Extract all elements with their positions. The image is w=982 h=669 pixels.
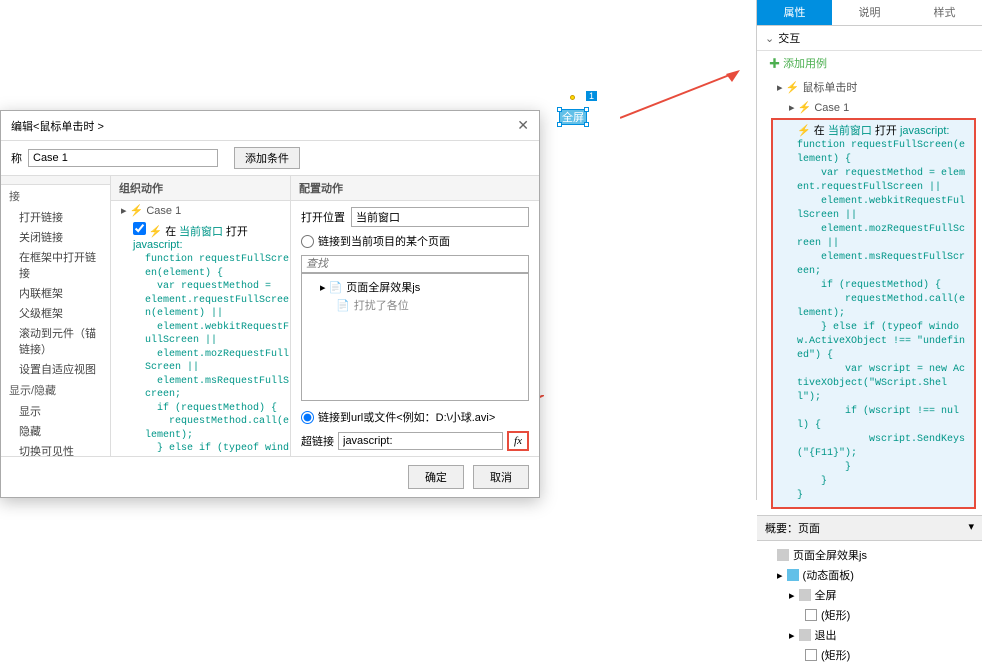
- cancel-button[interactable]: 取消: [473, 465, 529, 489]
- action-item[interactable]: 隐藏: [1, 421, 110, 441]
- outline-tree: 页面全屏效果js ▸ (动态面板) ▸ 全屏 (矩形) ▸ 退出 (矩形): [757, 541, 982, 669]
- case-editor-dialog: 编辑<鼠标单击时 > ✕ 称 添加条件 接 打开链接 关闭链接 在框架中打开链接…: [0, 110, 540, 498]
- canvas-selected-widget[interactable]: 1 全屏: [559, 109, 587, 125]
- action-open-link[interactable]: ⚡ 在 当前窗口 打开 javascript:: [111, 220, 290, 253]
- close-icon[interactable]: ✕: [517, 117, 529, 134]
- fx-button[interactable]: fx: [507, 431, 529, 451]
- col-header: 组织动作: [111, 176, 290, 201]
- dialog-title: 编辑<鼠标单击时 >: [11, 118, 517, 134]
- interaction-count-badge: 1: [586, 91, 597, 101]
- widget-fullscreen[interactable]: 全屏: [559, 109, 587, 125]
- tab-notes[interactable]: 说明: [832, 0, 907, 25]
- outline-state-full[interactable]: ▸ 全屏: [765, 585, 974, 605]
- page-tree[interactable]: ▸ 📄 页面全屏效果js 📄 打扰了各位: [301, 273, 529, 401]
- resize-handle[interactable]: [557, 122, 562, 127]
- interaction-section-header[interactable]: ⌄ 交互: [757, 26, 982, 51]
- tree-page-empty[interactable]: 📄 打扰了各位: [306, 296, 524, 314]
- widget-label: 全屏: [562, 112, 584, 124]
- action-checkbox[interactable]: [133, 222, 146, 235]
- tab-style[interactable]: 样式: [907, 0, 982, 25]
- configure-action-column: 配置动作 打开位置 当前窗口 链接到当前项目的某个页面 ▸ 📄 页面全屏效果js…: [291, 176, 539, 456]
- case-label: Case 1: [814, 102, 849, 114]
- page-search-input[interactable]: [301, 255, 529, 273]
- case-node[interactable]: ⚡ Case 1: [111, 201, 290, 220]
- lightning-icon: ⚡: [149, 226, 163, 238]
- hyperlink-input[interactable]: [338, 432, 503, 450]
- dynamic-panel-icon: [787, 569, 799, 581]
- action-group-show[interactable]: 显示/隐藏: [1, 379, 110, 401]
- organize-actions-column: 组织动作 ⚡ Case 1 ⚡ 在 当前窗口 打开 javascript: fu…: [111, 176, 291, 456]
- panel-tabs: 属性 说明 样式: [757, 0, 982, 26]
- action-open-link[interactable]: ⚡ 在 当前窗口 打开 javascript:: [797, 124, 970, 139]
- name-label: 称: [11, 150, 22, 166]
- tree-page[interactable]: ▸ 📄 页面全屏效果js: [306, 278, 524, 296]
- chevron-down-icon: ⌄: [765, 32, 774, 45]
- outline-rect[interactable]: (矩形): [765, 645, 974, 665]
- col-header: [1, 176, 110, 185]
- outline-title: 概要：页面: [765, 520, 820, 536]
- js-code-preview: function requestFullScreen(element) { va…: [111, 253, 290, 456]
- radio-link-url[interactable]: [301, 411, 314, 424]
- case-actions-box: ⚡ 在 当前窗口 打开 javascript: function request…: [771, 118, 976, 509]
- connector-handle[interactable]: [570, 95, 575, 100]
- opt-link-url[interactable]: 链接到url或文件<例如：D:\小球.avi>: [301, 409, 495, 425]
- resize-handle[interactable]: [557, 107, 562, 112]
- annotation-arrow: [620, 70, 740, 120]
- case-name-row: 称 添加条件: [1, 141, 539, 175]
- outline-header: 概要：页面 ▾: [757, 515, 982, 541]
- lightning-icon: ⚡: [130, 205, 144, 217]
- dialog-titlebar: 编辑<鼠标单击时 > ✕: [1, 111, 539, 141]
- resize-handle[interactable]: [584, 122, 589, 127]
- open-at-label: 打开位置: [301, 209, 345, 225]
- open-at-select[interactable]: 当前窗口: [351, 207, 529, 227]
- open-location-row: 打开位置 当前窗口: [301, 207, 529, 227]
- state-icon: [799, 589, 811, 601]
- action-item[interactable]: 打开链接: [1, 207, 110, 227]
- page-icon: [777, 549, 789, 561]
- event-label: 鼠标单击时: [802, 82, 857, 94]
- filter-icon[interactable]: ▾: [968, 520, 974, 536]
- link-label: 超链接: [301, 433, 334, 449]
- tab-properties[interactable]: 属性: [757, 0, 832, 25]
- properties-panel: 属性 说明 样式 ⌄ 交互 添加用例 ⚡ 鼠标单击时 ⚡ Case 1 ⚡ 在 …: [756, 0, 982, 500]
- radio-link-page[interactable]: [301, 235, 314, 248]
- dialog-footer: 确定 取消: [1, 456, 539, 497]
- col-header: 配置动作: [291, 176, 539, 201]
- rect-icon: [805, 609, 817, 621]
- action-item[interactable]: 设置自适应视图: [1, 359, 110, 379]
- js-code-preview: function requestFullScreen(element) { va…: [797, 139, 970, 503]
- case-item[interactable]: ⚡ Case 1: [757, 99, 982, 116]
- action-item[interactable]: 在框架中打开链接: [1, 247, 110, 283]
- rect-icon: [805, 649, 817, 661]
- opt-link-page[interactable]: 链接到当前项目的某个页面: [301, 233, 450, 249]
- action-item[interactable]: 父级框架: [1, 303, 110, 323]
- action-item[interactable]: 内联框架: [1, 283, 110, 303]
- action-item[interactable]: 滚动到元件（锚链接）: [1, 323, 110, 359]
- outline-dynamic-panel[interactable]: ▸ (动态面板): [765, 565, 974, 585]
- ok-button[interactable]: 确定: [408, 465, 464, 489]
- action-group-link[interactable]: 接: [1, 185, 110, 207]
- add-condition-button[interactable]: 添加条件: [234, 147, 300, 169]
- state-icon: [799, 629, 811, 641]
- action-item[interactable]: 关闭链接: [1, 227, 110, 247]
- hyperlink-row: 超链接 fx: [301, 431, 529, 451]
- case-name-input[interactable]: [28, 149, 218, 167]
- section-label: 交互: [778, 30, 800, 46]
- outline-state-exit[interactable]: ▸ 退出: [765, 625, 974, 645]
- outline-page[interactable]: 页面全屏效果js: [765, 545, 974, 565]
- add-case-link[interactable]: 添加用例: [757, 51, 982, 75]
- action-item[interactable]: 切换可见性: [1, 441, 110, 456]
- lightning-icon: ⚡: [797, 125, 811, 137]
- resize-handle[interactable]: [584, 107, 589, 112]
- outline-rect[interactable]: (矩形): [765, 605, 974, 625]
- action-categories-column: 接 打开链接 关闭链接 在框架中打开链接 内联框架 父级框架 滚动到元件（锚链接…: [1, 176, 111, 456]
- action-item[interactable]: 显示: [1, 401, 110, 421]
- event-mouse-click[interactable]: ⚡ 鼠标单击时: [757, 75, 982, 99]
